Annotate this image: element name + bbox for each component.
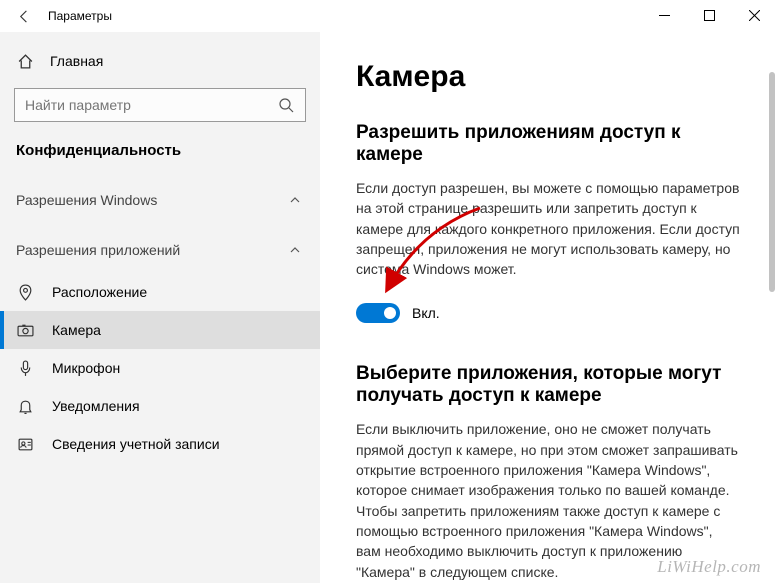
sidebar-item-label: Камера: [52, 322, 101, 338]
home-label: Главная: [50, 53, 103, 69]
sidebar-item-label: Сведения учетной записи: [52, 436, 220, 452]
watermark: LiWiHelp.com: [657, 557, 761, 577]
sidebar-item-label: Микрофон: [52, 360, 120, 376]
location-icon: [16, 283, 34, 301]
titlebar: Параметры: [0, 0, 777, 32]
search-input[interactable]: [14, 88, 306, 122]
main-panel: Камера Разрешить приложениям доступ к ка…: [320, 32, 777, 583]
section-label: Разрешения Windows: [16, 192, 157, 208]
sidebar-item-camera[interactable]: Камера: [0, 311, 320, 349]
page-title: Камера: [356, 60, 741, 94]
sidebar-item-microphone[interactable]: Микрофон: [0, 349, 320, 387]
back-button[interactable]: [0, 0, 48, 32]
sidebar-item-location[interactable]: Расположение: [0, 273, 320, 311]
sidebar: Главная Конфиденциальность Разрешения Wi…: [0, 32, 320, 583]
sidebar-item-account-info[interactable]: Сведения учетной записи: [0, 425, 320, 463]
chevron-up-icon: [286, 191, 304, 209]
choose-apps-heading: Выберите приложения, которые могут получ…: [356, 363, 741, 407]
search-icon: [277, 96, 295, 114]
section-label: Разрешения приложений: [16, 242, 180, 258]
home-link[interactable]: Главная: [0, 42, 320, 80]
microphone-icon: [16, 359, 34, 377]
category-label: Конфиденциальность: [0, 132, 320, 173]
sidebar-item-label: Уведомления: [52, 398, 140, 414]
scrollbar-thumb[interactable]: [769, 72, 775, 292]
section-app-permissions[interactable]: Разрешения приложений: [0, 223, 320, 273]
sidebar-item-notifications[interactable]: Уведомления: [0, 387, 320, 425]
window-title: Параметры: [48, 9, 112, 23]
close-button[interactable]: [732, 0, 777, 30]
maximize-button[interactable]: [687, 0, 732, 30]
allow-apps-heading: Разрешить приложениям доступ к камере: [356, 122, 741, 166]
toggle-state-label: Вкл.: [412, 305, 440, 321]
scrollbar[interactable]: [763, 32, 777, 583]
account-icon: [16, 435, 34, 453]
section-windows-permissions[interactable]: Разрешения Windows: [0, 173, 320, 223]
camera-icon: [16, 321, 34, 339]
minimize-button[interactable]: [642, 0, 687, 30]
home-icon: [16, 52, 34, 70]
bell-icon: [16, 397, 34, 415]
camera-access-toggle[interactable]: [356, 303, 400, 323]
window-controls: [642, 0, 777, 30]
allow-apps-description: Если доступ разрешен, вы можете с помощь…: [356, 178, 741, 279]
chevron-up-icon: [286, 241, 304, 259]
search-field[interactable]: [25, 97, 277, 113]
sidebar-item-label: Расположение: [52, 284, 147, 300]
